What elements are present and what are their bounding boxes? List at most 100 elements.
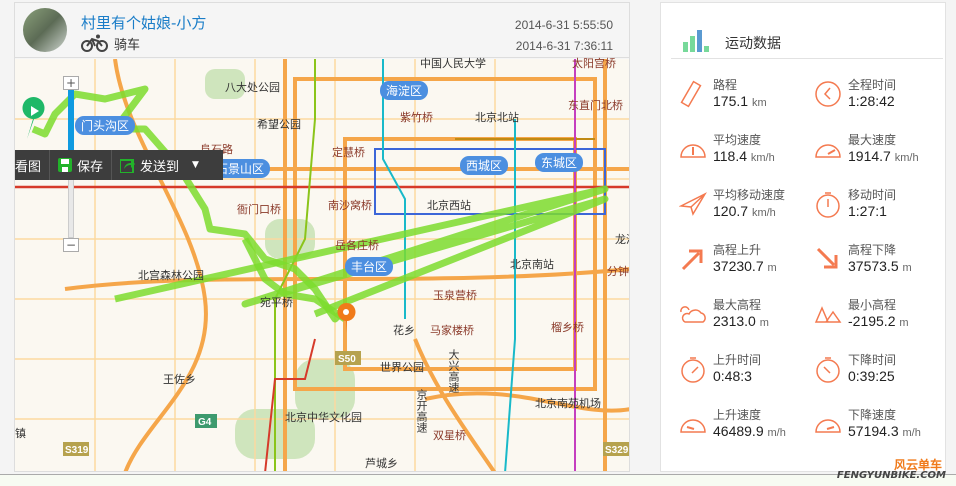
stat-paper-plane: 平均移动速度 120.7 km/h	[679, 186, 814, 236]
stat-number: 0:48:3	[713, 368, 752, 384]
stat-number: 1914.7	[848, 148, 891, 164]
place-label: 北京南站	[510, 258, 554, 271]
stat-number: 37573.5	[848, 258, 899, 274]
view-label: 看图	[15, 159, 42, 175]
place-label: 北京西站	[427, 199, 471, 212]
stat-unit: m	[902, 262, 912, 274]
stat-label: 最小高程	[848, 298, 897, 312]
stat-speedometer-max: 最大速度 1914.7 km/h	[814, 131, 949, 181]
stat-value: 57194.3 m/h	[848, 423, 921, 439]
save-label: 保存	[77, 159, 104, 175]
panel-title: 运动数据	[725, 36, 781, 52]
stat-number: 2313.0	[713, 313, 756, 329]
district-label: 丰台区	[345, 257, 394, 276]
place-label: 太阳宫桥	[572, 57, 616, 70]
zoom-level-fill	[68, 90, 74, 150]
road-shield: S319	[65, 445, 89, 456]
stat-number: -2195.2	[848, 313, 896, 329]
stat-value: 120.7 km/h	[713, 203, 776, 219]
place-label: 八大处公园	[225, 81, 280, 94]
place-label: 马家楼桥	[430, 324, 474, 337]
mountain-icon	[814, 306, 842, 323]
stat-label: 上升时间	[713, 353, 762, 367]
district-label: 海淀区	[380, 81, 429, 100]
stat-number: 118.4	[713, 148, 747, 164]
stat-value: 46489.9 m/h	[713, 423, 786, 439]
place-label: 中国人民大学	[420, 57, 486, 70]
road-shield: G4	[198, 417, 212, 428]
stats-panel: 运动数据 路程 175.1 km 全程时间 1:28:42 平均速度 118.4 km/…	[660, 2, 946, 472]
stat-number: 0:39:25	[848, 368, 895, 384]
place-label: 宛平桥	[260, 296, 293, 309]
view-button[interactable]: 看图	[15, 150, 51, 180]
stat-mountain: 最小高程 -2195.2 m	[814, 296, 949, 346]
stat-ruler: 路程 175.1 km	[679, 76, 814, 126]
place-label: 岳各庄桥	[335, 239, 379, 252]
stopwatch-icon	[816, 192, 840, 218]
gauge-down-icon	[815, 419, 841, 433]
place-label: 北京中华文化园	[285, 411, 362, 424]
chevron-down-icon[interactable]: ▼	[192, 160, 199, 170]
map-view[interactable]: S50 G4 S319 S329 门头沟区 石景山区 海淀区 西城区 东城区 丰…	[15, 57, 629, 471]
stat-unit: km/h	[894, 152, 919, 164]
share-icon	[120, 158, 136, 173]
stat-value: 0:48:3	[713, 368, 752, 384]
stat-number: 1:27:1	[848, 203, 887, 219]
save-icon	[58, 158, 73, 172]
stat-stopwatch: 移动时间 1:27:1	[814, 186, 949, 236]
send-to-button[interactable]: 发送到 ▼	[112, 150, 207, 180]
track-card: 村里有个姑娘-小方 骑车 2014-6-31 5:55:50 2014-6-31…	[14, 2, 630, 472]
stat-speedometer: 平均速度 118.4 km/h	[679, 131, 814, 181]
stat-value: 37230.7 m	[713, 258, 777, 274]
place-label: 芦城乡	[365, 457, 398, 470]
place-label: 榴乡桥	[551, 321, 584, 334]
place-label: 王佐乡	[163, 373, 196, 386]
stat-number: 175.1	[713, 93, 749, 109]
stat-value: 175.1 km	[713, 93, 767, 109]
track-header: 村里有个姑娘-小方 骑车 2014-6-31 5:55:50 2014-6-31…	[15, 3, 629, 58]
sport-type: 骑车	[114, 38, 141, 53]
stat-label: 高程下降	[848, 243, 897, 257]
place-label: 北京南苑机场	[535, 397, 601, 410]
stat-label: 最大速度	[848, 133, 897, 147]
stat-label: 移动时间	[848, 188, 897, 202]
stat-label: 平均移动速度	[713, 188, 786, 202]
gauge-up-icon	[680, 419, 706, 433]
place-label: 京开高速	[415, 389, 428, 433]
map-toolbar: 看图 保存 发送到 ▼	[15, 150, 223, 180]
stat-unit: km	[751, 97, 767, 109]
avatar[interactable]	[23, 8, 67, 52]
arrow-down-right-icon	[816, 247, 838, 269]
stat-unit: km/h	[750, 152, 775, 164]
clock-icon	[815, 81, 841, 107]
stat-number: 57194.3	[848, 423, 899, 439]
place-label: 南沙窝桥	[328, 199, 372, 212]
place-label: 北京北站	[475, 111, 519, 124]
place-label: 分钟寺桥	[607, 265, 629, 278]
place-label: 东直门北桥	[568, 99, 623, 112]
stat-unit: m	[767, 262, 777, 274]
stat-stopwatch-down: 下降时间 0:39:25	[814, 351, 949, 401]
stat-value: 1:27:1	[848, 203, 887, 219]
end-time: 2014-6-31 7:36:11	[515, 39, 613, 53]
stat-value: 2313.0 m	[713, 313, 769, 329]
zoom-in-button[interactable]: +	[63, 76, 79, 90]
stat-unit: m	[759, 317, 769, 329]
speedometer-max-icon	[815, 144, 841, 158]
bar-chart-icon	[683, 30, 709, 52]
zoom-out-button[interactable]: −	[63, 238, 79, 252]
save-button[interactable]: 保存	[50, 150, 113, 180]
road-shield: S329	[605, 445, 629, 456]
stat-number: 37230.7	[713, 258, 764, 274]
footer-bar	[0, 474, 956, 486]
stat-value: 1:28:42	[848, 93, 895, 109]
stat-unit: m/h	[767, 427, 786, 439]
username-link[interactable]: 村里有个姑娘-小方	[81, 12, 206, 33]
district-label: 东城区	[535, 153, 584, 172]
ruler-icon	[680, 80, 702, 108]
divider	[671, 58, 943, 59]
stat-value: 118.4 km/h	[713, 148, 775, 164]
place-label: 花乡	[393, 324, 415, 337]
stat-number: 120.7	[713, 203, 749, 219]
place-label: 衙门口桥	[237, 203, 281, 216]
